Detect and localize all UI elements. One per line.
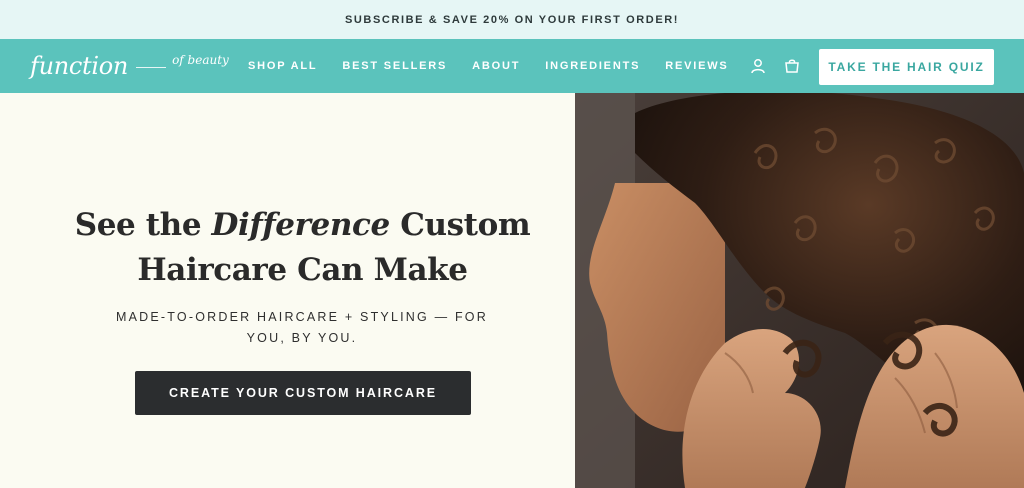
nav-ingredients[interactable]: INGREDIENTS (545, 60, 640, 72)
headline-part-2: Custom (389, 207, 531, 243)
nav-best-sellers[interactable]: BEST SELLERS (342, 60, 447, 72)
create-custom-haircare-button[interactable]: CREATE YOUR CUSTOM HAIRCARE (135, 371, 471, 415)
hero-headline: See the Difference Custom Haircare Can M… (0, 203, 605, 293)
headline-emphasis: Difference (211, 207, 391, 243)
bag-icon[interactable] (783, 57, 801, 75)
headline-line-2: Haircare Can Make (137, 252, 468, 288)
promo-text: SUBSCRIBE & SAVE 20% ON YOUR FIRST ORDER… (344, 13, 680, 26)
take-hair-quiz-button[interactable]: TAKE THE HAIR QUIZ (819, 49, 994, 85)
hero-subheading: MADE-TO-ORDER HAIRCARE + STYLING — FOR Y… (116, 310, 488, 345)
logo-subtitle: of beauty (172, 53, 229, 67)
logo-wordmark: function (30, 52, 129, 80)
user-icon[interactable] (749, 57, 767, 75)
main-menu: SHOP ALL BEST SELLERS ABOUT INGREDIENTS … (248, 39, 754, 93)
nav-shop-all[interactable]: SHOP ALL (248, 60, 317, 72)
brand-logo[interactable]: function of beauty (30, 50, 229, 82)
header-nav: function of beauty SHOP ALL BEST SELLERS… (0, 39, 1024, 93)
nav-about[interactable]: ABOUT (472, 60, 520, 72)
promo-bar: SUBSCRIBE & SAVE 20% ON YOUR FIRST ORDER… (0, 0, 1024, 39)
nav-reviews[interactable]: REVIEWS (665, 60, 728, 72)
logo-divider (136, 66, 167, 68)
hero-text-panel: See the Difference Custom Haircare Can M… (0, 93, 575, 488)
hero-image (575, 93, 1024, 488)
headline-part-1: See the (74, 207, 212, 243)
